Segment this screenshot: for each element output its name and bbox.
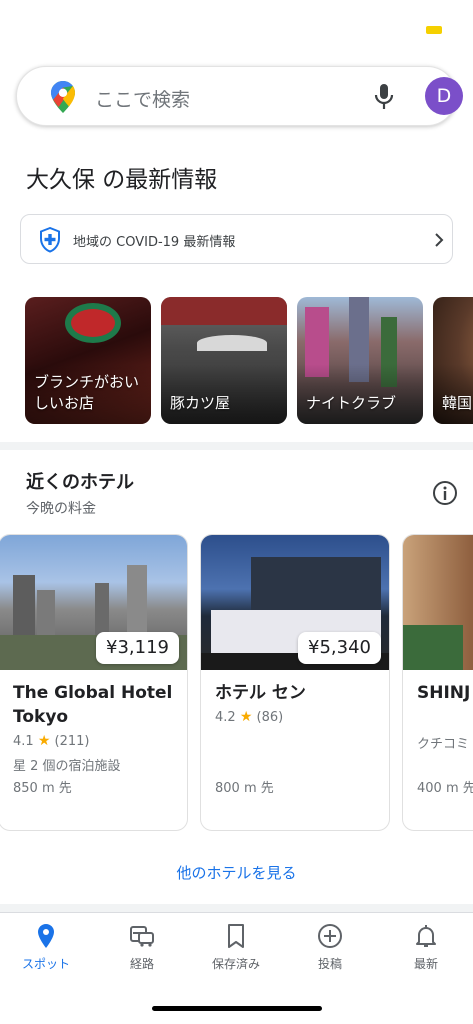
battery-icon [426,26,442,34]
chevron-right-icon [435,233,444,247]
category-label: 豚カツ屋 [170,394,231,412]
section-divider [0,442,473,450]
hotel-card[interactable]: ¥3,119 The Global Hotel Tokyo 4.1 ★ (211… [0,534,188,831]
hotel-rating: 4.2 ★ (86) [215,709,283,725]
hotel-distance: 800 m 先 [215,781,274,796]
category-carousel[interactable]: ブランチがおいしいお店 豚カツ屋 ナイトクラブ 韓国 [25,297,473,425]
hotel-price: ¥5,340 [298,632,381,664]
hotel-card[interactable]: ¥5,340 ホテル セン 4.2 ★ (86) 800 m 先 [200,534,390,831]
commute-icon [130,926,154,947]
hotel-distance: 400 m 先 [417,781,473,796]
nav-updates[interactable]: 最新 [386,923,466,972]
hotel-distance: 850 m 先 [13,781,72,796]
page-title: 大久保 の最新情報 [26,167,218,193]
avatar[interactable]: D [425,77,463,115]
bookmark-icon [228,924,244,948]
nav-label: スポット [21,957,70,971]
rating-value: 4.1 [13,734,34,749]
hotel-reviews-note: クチコミ [417,737,470,752]
add-circle-icon [318,924,342,948]
hotel-name: ホテル セン [215,683,306,703]
section-divider [0,904,473,912]
nav-saved[interactable]: 保存済み [196,923,276,972]
info-icon[interactable] [432,480,458,506]
star-icon: ★ [239,709,253,725]
category-card[interactable]: ブランチがおいしいお店 [25,297,151,424]
restaurant-sign-icon [65,303,121,343]
star-icon: ★ [37,733,51,749]
microphone-icon[interactable] [373,83,395,111]
search-bar[interactable]: ここで検索 D [16,66,463,126]
search-input[interactable]: ここで検索 [95,85,190,112]
category-card[interactable]: 韓国 [433,297,473,424]
nav-commute[interactable]: 経路 [102,923,182,972]
nav-label: 経路 [129,957,154,971]
hotel-photo [403,535,473,670]
nav-label: 投稿 [317,957,342,971]
category-label: ナイトクラブ [306,394,397,412]
bell-icon [416,925,436,947]
hotel-carousel[interactable]: ¥3,119 The Global Hotel Tokyo 4.1 ★ (211… [0,534,473,834]
review-count: (211) [54,734,90,749]
hotel-price: ¥3,119 [96,632,179,664]
category-card[interactable]: 豚カツ屋 [161,297,287,424]
covid-info-label: 地域の COVID-19 最新情報 [73,235,236,250]
location-pin-icon [38,924,54,948]
category-label: 韓国 [442,394,473,412]
more-hotels-link[interactable]: 他のホテルを見る [0,862,473,883]
hotel-rating: 4.1 ★ (211) [13,733,90,749]
hotel-class: 星 2 個の宿泊施設 [13,759,121,774]
review-count: (86) [256,710,284,725]
hotel-card[interactable]: SHINJ WARM クチコミ 400 m 先 [402,534,473,831]
hotels-section-subtitle: 今晩の料金 [26,501,96,517]
covid-info-card[interactable]: 地域の COVID-19 最新情報 [20,214,453,264]
hotel-name: SHINJ WARM [417,683,473,703]
rating-value: 4.2 [215,710,236,725]
nav-label: 最新 [413,957,438,971]
hotels-section-title: 近くのホテル [26,472,134,493]
category-card[interactable]: ナイトクラブ [297,297,423,424]
shield-plus-icon [40,227,60,253]
hotel-name: The Global Hotel Tokyo [13,683,173,727]
category-label: ブランチがおいしいお店 [34,373,140,412]
nav-label: 保存済み [211,957,260,971]
nav-contribute[interactable]: 投稿 [290,923,370,972]
nav-explore[interactable]: スポット [6,923,86,972]
home-indicator [152,1006,322,1011]
google-maps-pin-icon [51,81,75,113]
